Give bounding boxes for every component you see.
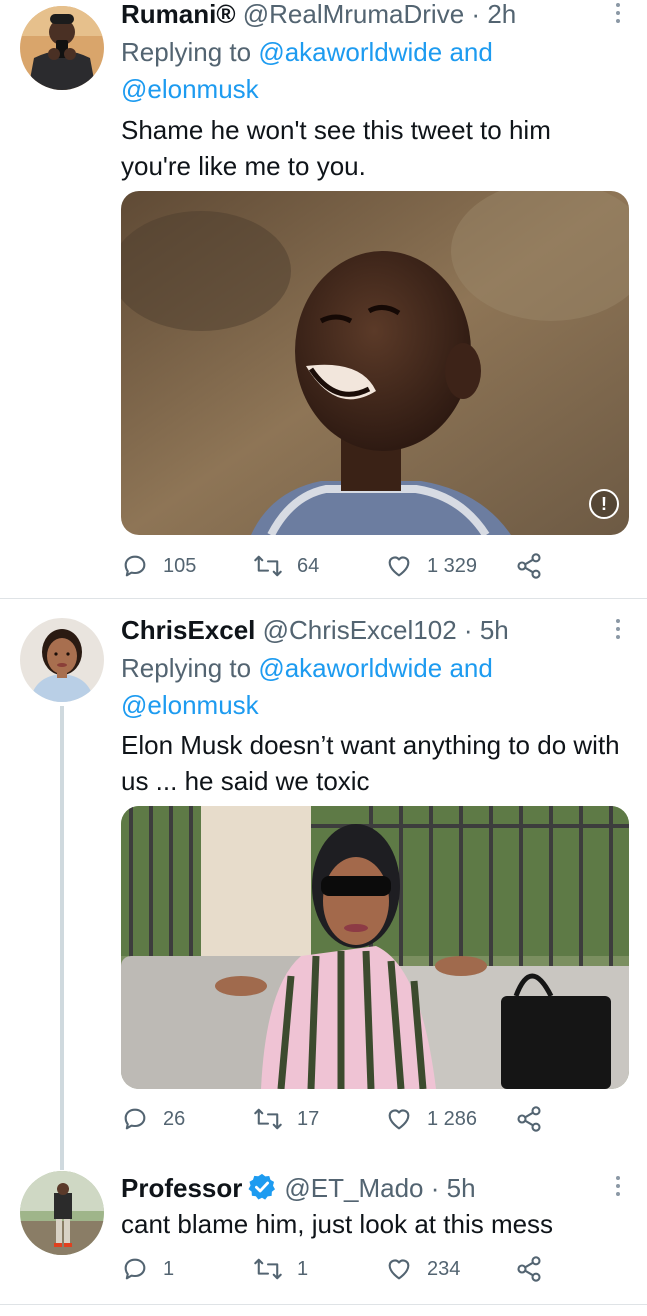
like-button[interactable]: 234	[385, 1255, 460, 1283]
tweet-header: Professor @ET_Mado · 5h	[121, 1172, 476, 1208]
retweet-count: 17	[297, 1107, 320, 1130]
timestamp[interactable]: 5h	[447, 1173, 476, 1203]
retweet-button[interactable]: 64	[253, 552, 319, 580]
retweet-icon	[254, 1108, 282, 1130]
heart-icon	[388, 1259, 410, 1280]
action-bar: 26 17 1 286	[121, 1105, 551, 1137]
user-handle[interactable]: @ET_Mado	[284, 1173, 423, 1203]
tweet-text: Elon Musk doesn’t want anything to do wi…	[121, 730, 620, 796]
replying-to: Replying to @akaworldwide and @elonmusk	[121, 34, 601, 108]
replying-to-label: Replying to	[121, 37, 252, 67]
tweet-3[interactable]: Professor @ET_Mado · 5h cant blame him, j…	[0, 1159, 647, 1316]
tweet-divider	[0, 1304, 647, 1305]
retweet-count: 64	[297, 554, 320, 577]
share-icon	[517, 1256, 541, 1282]
more-options-icon[interactable]	[615, 619, 621, 643]
mention-link[interactable]: @akaworldwide	[258, 37, 442, 67]
more-options-icon[interactable]	[615, 1176, 621, 1200]
avatar[interactable]	[20, 1171, 104, 1255]
tweet-1[interactable]: Rumani® @RealMrumaDrive · 2h Replying to…	[0, 0, 647, 598]
tweet-header: ChrisExcel @ChrisExcel102 · 5h	[121, 615, 509, 645]
reply-button[interactable]: 26	[121, 1105, 185, 1133]
tweet-2[interactable]: ChrisExcel @ChrisExcel102 · 5h Replying …	[0, 599, 647, 1170]
avatar[interactable]	[20, 6, 104, 90]
share-icon	[517, 1106, 541, 1132]
share-button[interactable]	[515, 552, 557, 580]
retweet-button[interactable]: 1	[253, 1255, 308, 1283]
tweet-media-image[interactable]: !	[121, 191, 629, 535]
tweet-header: Rumani® @RealMrumaDrive · 2h	[121, 0, 516, 29]
display-name[interactable]: Rumani®	[121, 0, 236, 29]
mention-link[interactable]: @akaworldwide	[258, 653, 442, 683]
retweet-button[interactable]: 17	[253, 1105, 319, 1133]
separator-dot: ·	[471, 0, 481, 29]
display-name[interactable]: Professor	[121, 1173, 242, 1203]
timestamp[interactable]: 5h	[480, 615, 509, 645]
retweet-icon	[254, 555, 282, 577]
retweet-icon	[254, 1258, 282, 1280]
user-handle[interactable]: @ChrisExcel102	[263, 615, 457, 645]
tweet-media-image[interactable]	[121, 806, 629, 1089]
reply-icon	[124, 1108, 146, 1130]
tweet-text: cant blame him, just look at this mess	[121, 1209, 554, 1239]
retweet-count: 1	[297, 1257, 309, 1280]
separator-dot: ·	[430, 1173, 440, 1203]
reply-count: 26	[163, 1107, 186, 1130]
mention-conjunction: and	[449, 653, 493, 683]
like-count: 234	[427, 1257, 461, 1280]
share-icon	[517, 553, 541, 579]
share-button[interactable]	[515, 1255, 557, 1283]
user-handle[interactable]: @RealMrumaDrive	[243, 0, 464, 29]
replying-to: Replying to @akaworldwide and @elonmusk	[121, 650, 601, 724]
like-button[interactable]: 1 329	[385, 552, 477, 580]
more-options-icon[interactable]	[615, 3, 621, 27]
avatar[interactable]	[20, 618, 104, 702]
heart-icon	[388, 556, 410, 577]
mention-link[interactable]: @elonmusk	[121, 690, 259, 720]
separator-dot: ·	[463, 615, 473, 645]
reply-count: 105	[163, 554, 197, 577]
like-count: 1 329	[427, 554, 478, 577]
share-button[interactable]	[515, 1105, 557, 1133]
like-button[interactable]: 1 286	[385, 1105, 477, 1133]
alert-icon[interactable]: !	[589, 489, 619, 519]
action-bar: 105 64 1 329	[121, 552, 551, 584]
reply-icon	[124, 1258, 146, 1280]
reply-icon	[124, 555, 146, 577]
action-bar: 1 1 234	[121, 1255, 551, 1287]
verified-badge-icon	[246, 1172, 278, 1208]
mention-link[interactable]: @elonmusk	[121, 74, 259, 104]
tweet-text: Shame he won't see this tweet to him you…	[121, 115, 551, 181]
mention-conjunction: and	[449, 37, 493, 67]
timestamp[interactable]: 2h	[487, 0, 516, 29]
like-count: 1 286	[427, 1107, 478, 1130]
reply-button[interactable]: 105	[121, 552, 196, 580]
display-name[interactable]: ChrisExcel	[121, 615, 255, 645]
replying-to-label: Replying to	[121, 653, 252, 683]
heart-icon	[388, 1109, 410, 1130]
reply-button[interactable]: 1	[121, 1255, 174, 1283]
thread-connector	[60, 706, 64, 1170]
reply-count: 1	[163, 1257, 175, 1280]
